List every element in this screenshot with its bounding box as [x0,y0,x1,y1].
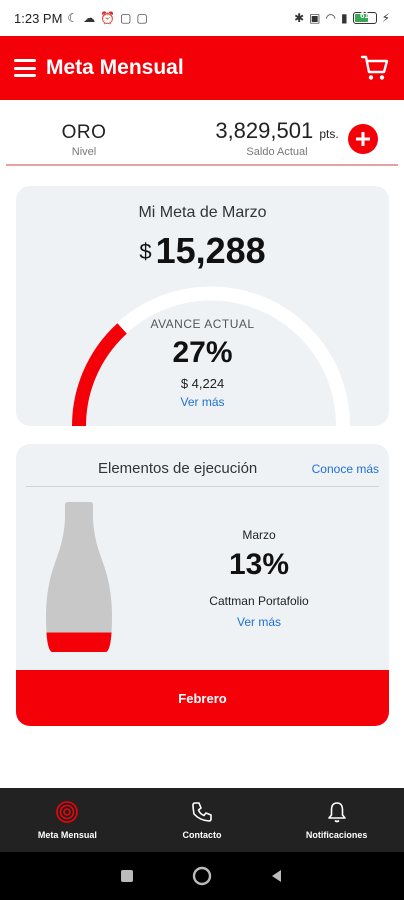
bell-icon [327,802,346,823]
balance-label: Saldo Actual [246,146,308,158]
back-icon[interactable] [268,867,286,885]
execution-elements-card: Elementos de ejecución Conoce más Marzo … [16,444,389,726]
balance-value: 3,829,501 pts. [202,118,352,144]
notification-icon: ▢ [136,11,148,25]
battery-level: 61 [360,11,370,20]
nav-item-contacto[interactable]: Contacto [135,788,270,852]
bottom-nav: Meta Mensual Contacto Notificaciones [0,788,404,852]
wifi-icon: ◠ [325,11,336,25]
status-right: ✱ ▣ ◠ ▮ 61 ⚡ [294,11,390,25]
alarm-icon: ⏰ [100,11,116,25]
goal-see-more-link[interactable]: Ver más [16,395,389,409]
level-block: ORO Nivel [44,122,124,158]
nav-item-meta-mensual[interactable]: Meta Mensual [0,788,135,852]
target-icon [56,801,79,823]
status-bar: 1:23 PM ☾ ☁ ⏰ ▢ ▢ ✱ ▣ ◠ ▮ 61 ⚡ [0,0,404,36]
balance-unit: pts. [319,127,339,141]
divider [26,486,379,487]
execution-header: Elementos de ejecución Conoce más [16,458,389,488]
balance-amount: 3,829,501 [215,118,314,143]
monthly-goal-card: Mi Meta de Marzo $15,288 AVANCE ACTUAL 2… [16,186,389,426]
execution-see-more-link[interactable]: Ver más [166,615,352,629]
account-summary: ORO Nivel 3,829,501 pts. Saldo Actual [6,100,398,166]
nav-label: Meta Mensual [37,830,97,840]
weather-icon: ☁ [83,11,96,25]
status-left: 1:23 PM ☾ ☁ ⏰ ▢ ▢ [14,11,148,26]
status-time: 1:23 PM [14,10,63,26]
nfc-icon: ▣ [309,11,321,25]
level-value: ORO [61,122,107,143]
execution-month: Marzo [242,528,276,542]
bluetooth-icon: ✱ [294,11,305,25]
bottle-icon [46,502,112,652]
add-points-button[interactable] [348,124,378,154]
app-bar: Meta Mensual [0,36,404,100]
balance-block: 3,829,501 pts. Saldo Actual [202,118,352,158]
battery-icon: 61 [352,11,377,24]
menu-icon[interactable] [14,59,36,77]
plus-icon [356,132,370,146]
february-button[interactable]: Febrero [16,670,389,726]
execution-name: Cattman Portafolio [209,594,309,608]
learn-more-link[interactable]: Conoce más [312,462,379,476]
nav-label: Notificaciones [305,830,368,840]
progress-percent: 27% [172,336,233,369]
phone-icon [192,802,212,822]
execution-percent: 13% [228,548,290,581]
nav-item-notificaciones[interactable]: Notificaciones [269,788,404,852]
bottle-body [46,502,112,652]
nav-label: Contacto [182,830,222,840]
page-title: Meta Mensual [46,56,184,79]
signal-icon: ▮ [340,11,348,25]
recents-icon[interactable] [118,867,136,885]
progress-amount: $ 4,224 [180,376,225,391]
notification-icon: ▢ [120,11,132,25]
moon-icon: ☾ [67,11,79,25]
cart-icon[interactable] [360,53,390,83]
progress-label: AVANCE ACTUAL [150,317,255,331]
system-nav-bar [0,852,404,900]
bottle-fill [46,632,112,652]
charging-icon: ⚡ [381,11,390,25]
home-icon[interactable] [191,865,213,887]
execution-title: Elementos de ejecución [98,460,258,477]
level-label: Nivel [71,146,97,158]
